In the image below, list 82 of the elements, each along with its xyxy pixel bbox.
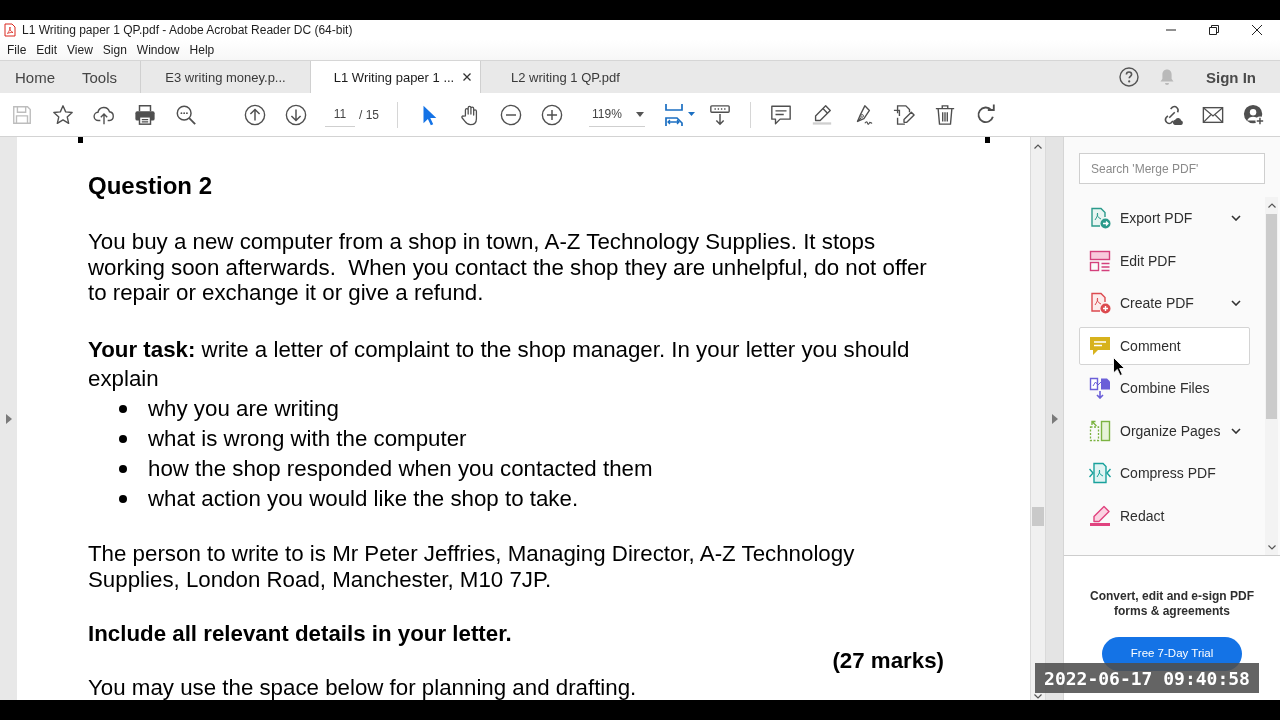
close-icon[interactable] [463, 73, 472, 81]
compress-document-icon [1089, 462, 1111, 484]
fit-width-icon[interactable] [663, 102, 697, 127]
tool-item[interactable]: Edit PDF [1079, 241, 1250, 280]
page-number-field[interactable]: 11 [325, 102, 355, 127]
menu-item[interactable]: File [3, 42, 31, 58]
create-document-icon [1089, 292, 1111, 314]
instruction-text: Include all relevant details in your letter. [88, 620, 512, 647]
menu-item[interactable]: Edit [32, 42, 62, 58]
star-icon[interactable] [52, 103, 74, 126]
nav-link[interactable]: Home [15, 68, 55, 86]
menu-item[interactable]: Help [185, 42, 219, 58]
task-point: how the shop responded when you contacted them [148, 454, 653, 483]
promo-text: Convert, edit and e-sign PDF forms & agreements [1089, 589, 1255, 619]
page-count: / 15 [359, 107, 379, 122]
search-field[interactable]: Search 'Merge PDF' [1079, 153, 1265, 184]
help-icon[interactable] [1119, 67, 1139, 87]
scroll-down-icon[interactable] [1267, 545, 1276, 550]
scroll-icon[interactable] [709, 103, 731, 126]
task-point: what is wrong with the computer [148, 424, 467, 453]
nav-link[interactable]: Tools [82, 68, 118, 86]
scrollbar-track[interactable] [1030, 137, 1046, 700]
zoom-out-icon[interactable] [500, 103, 522, 126]
bullet-icon [119, 404, 127, 413]
add-user-icon[interactable] [1243, 103, 1265, 126]
rotate-icon[interactable] [975, 103, 997, 126]
chevron-down-icon[interactable] [1231, 300, 1241, 306]
bullet-icon [119, 494, 127, 503]
close-icon[interactable] [1252, 25, 1262, 35]
tool-item[interactable]: Redact [1079, 496, 1250, 535]
speech-bubble-icon [1089, 334, 1111, 357]
chevron-down-icon[interactable] [1231, 215, 1241, 221]
search-icon[interactable] [175, 103, 197, 126]
scroll-thumb[interactable] [1032, 507, 1044, 526]
marker-icon [1089, 504, 1111, 527]
expand-arrow-icon[interactable] [1051, 413, 1058, 424]
mouse-pointer-icon [1113, 357, 1125, 376]
task-point: what action you would like the shop to take. [148, 484, 579, 513]
tool-item[interactable]: Export PDF [1079, 199, 1250, 237]
page-mark [985, 137, 990, 143]
edit-layout-icon [1089, 249, 1111, 272]
document-tab[interactable]: L1 Writing paper 1 ... [310, 61, 480, 93]
menu-item[interactable]: View [63, 42, 97, 58]
tool-item[interactable]: Combine Files [1079, 369, 1250, 407]
question-heading: Question 2 [88, 172, 213, 200]
menu-item[interactable]: Window [132, 42, 184, 58]
scrollbar-track[interactable] [1265, 197, 1278, 555]
tool-item[interactable]: Organize Pages [1079, 411, 1250, 450]
zoom-dropdown[interactable]: 119% [589, 102, 645, 127]
expand-arrow-icon[interactable] [5, 413, 12, 424]
restore-icon[interactable] [1209, 25, 1219, 35]
tool-item[interactable]: Comment [1079, 326, 1250, 365]
scroll-up-icon[interactable] [1267, 203, 1276, 208]
export-document-icon [1089, 207, 1111, 229]
sign-in-button[interactable]: Sign In [1206, 68, 1256, 86]
tool-item[interactable]: Create PDF [1079, 284, 1250, 322]
bullet-icon [119, 464, 127, 473]
chevron-down-icon[interactable] [1231, 427, 1241, 434]
scroll-down-icon[interactable] [1034, 694, 1042, 699]
organize-pages-icon [1089, 419, 1111, 442]
scenario-paragraph: You buy a new computer from a shop in town, A-Z Technology Supplies. It stops working soon afterwards. When you contact the shop they are unhelpful, do not offer to repair or exchange it or give a refund. [88, 229, 928, 306]
recipient-paragraph: The person to write to is Mr Peter Jeffries, Managing Director, A-Z Technology Supplies, London Road, Manchester, M10 7JP. [88, 540, 856, 593]
pdf-file-icon [4, 23, 16, 37]
note-text: You may use the space below for planning and drafting. [88, 674, 637, 700]
combine-files-icon [1089, 377, 1111, 399]
zoom-in-icon[interactable] [541, 103, 563, 126]
window-title: L1 Writing paper 1 QP.pdf - Adobe Acrobat Reader DC (64-bit) [22, 23, 353, 37]
task-point: why you are writing [148, 394, 339, 423]
caret-icon [635, 111, 644, 117]
highlighter-icon[interactable] [811, 103, 833, 126]
print-icon[interactable] [134, 103, 156, 126]
marks-label: (27 marks) [832, 647, 944, 674]
scroll-thumb[interactable] [1266, 214, 1277, 419]
speech-bubble-icon[interactable] [770, 103, 792, 126]
page-mark [78, 137, 83, 143]
scroll-up-icon[interactable] [1034, 144, 1042, 149]
menu-item[interactable]: Sign [98, 42, 131, 58]
trash-icon[interactable] [934, 103, 956, 126]
document-pencil-icon[interactable] [893, 103, 915, 126]
bullet-icon [119, 434, 127, 443]
tool-item[interactable]: Compress PDF [1079, 454, 1250, 492]
recording-timestamp: 2022-06-17 09:40:58 [1035, 663, 1259, 693]
